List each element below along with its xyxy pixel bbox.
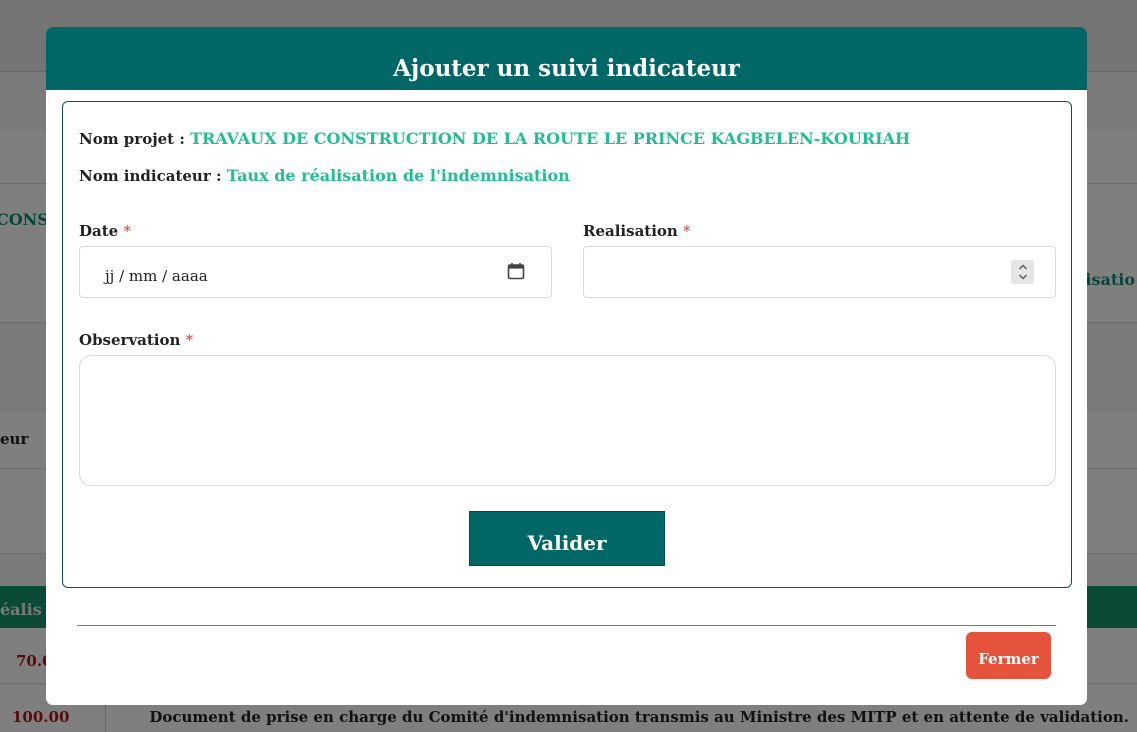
- project-label: Nom projet :: [79, 130, 191, 148]
- date-input[interactable]: jj / mm / aaaa: [79, 246, 552, 298]
- project-info: Nom projet : TRAVAUX DE CONSTRUCTION DE …: [79, 129, 910, 148]
- realisation-label-text: Realisation: [583, 222, 678, 240]
- date-label-text: Date: [79, 222, 119, 240]
- realisation-label: Realisation *: [583, 222, 691, 240]
- spinner-icon[interactable]: [1011, 260, 1034, 284]
- project-name: TRAVAUX DE CONSTRUCTION DE LA ROUTE LE P…: [190, 129, 911, 148]
- indicator-label: Nom indicateur :: [79, 167, 227, 185]
- modal-footer-divider: [77, 625, 1056, 626]
- observation-label: Observation *: [79, 331, 193, 349]
- modal-title: Ajouter un suivi indicateur: [393, 55, 740, 82]
- realisation-number-input[interactable]: [583, 246, 1056, 298]
- calendar-icon[interactable]: [507, 262, 525, 280]
- date-placeholder: jj / mm / aaaa: [105, 267, 208, 285]
- observation-textarea[interactable]: [79, 355, 1056, 486]
- required-mark: *: [683, 222, 691, 240]
- indicator-form: Nom projet : TRAVAUX DE CONSTRUCTION DE …: [62, 101, 1072, 588]
- close-button[interactable]: Fermer: [966, 632, 1051, 679]
- submit-button[interactable]: Valider: [469, 511, 665, 566]
- observation-label-text: Observation: [79, 331, 181, 349]
- required-mark: *: [185, 331, 194, 349]
- indicator-name: Taux de réalisation de l'indemnisation: [226, 166, 570, 185]
- required-mark: *: [123, 222, 131, 240]
- indicator-info: Nom indicateur : Taux de réalisation de …: [79, 166, 570, 185]
- date-label: Date *: [79, 222, 131, 240]
- chevron-up-down-icon: [1018, 264, 1027, 280]
- add-indicator-modal: Ajouter un suivi indicateur Nom projet :…: [46, 27, 1087, 705]
- modal-header: Ajouter un suivi indicateur: [46, 27, 1087, 90]
